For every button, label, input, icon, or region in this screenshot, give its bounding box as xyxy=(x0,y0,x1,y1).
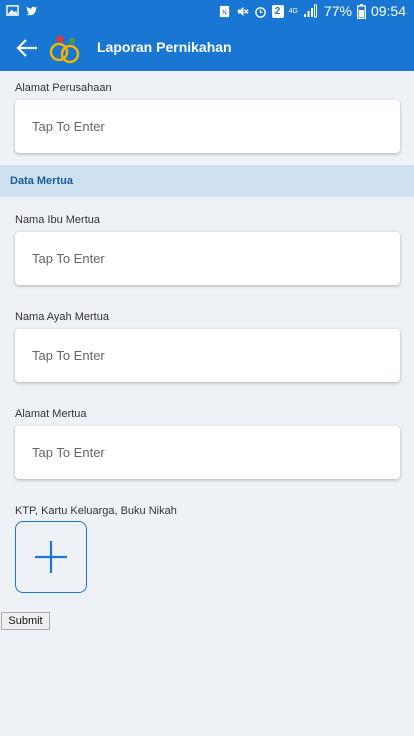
gallery-icon xyxy=(6,5,19,16)
svg-text:N: N xyxy=(222,8,227,16)
in-law-address-field[interactable]: Tap To Enter xyxy=(15,426,400,479)
mute-icon xyxy=(237,6,249,16)
in-law-address-label: Alamat Mertua xyxy=(15,408,87,420)
clock: 09:54 xyxy=(370,3,406,19)
nfc-icon: N xyxy=(219,5,229,17)
mother-in-law-label: Nama Ibu Mertua xyxy=(15,214,100,226)
network-type: 4G xyxy=(288,7,298,15)
status-bar: N 2 4G 77% 09:54 xyxy=(0,0,414,25)
signal-icon xyxy=(303,4,317,18)
twitter-icon xyxy=(25,6,38,16)
alarm-icon xyxy=(254,6,266,18)
wedding-rings-icon xyxy=(49,35,80,64)
add-document-button[interactable] xyxy=(15,521,87,593)
section-header: Data Mertua xyxy=(0,165,414,197)
sim-slot-badge: 2 xyxy=(271,4,284,18)
documents-label: KTP, Kartu Keluarga, Buku Nikah xyxy=(15,505,177,517)
father-in-law-label: Nama Ayah Mertua xyxy=(15,311,109,323)
app-bar: Laporan Pernikahan xyxy=(0,25,414,71)
in-law-address-placeholder: Tap To Enter xyxy=(32,445,105,460)
mother-in-law-placeholder: Tap To Enter xyxy=(32,251,105,266)
mother-in-law-field[interactable]: Tap To Enter xyxy=(15,232,400,285)
company-address-label: Alamat Perusahaan xyxy=(15,82,112,94)
battery-icon xyxy=(357,3,366,19)
company-address-field[interactable]: Tap To Enter xyxy=(15,100,400,153)
back-arrow-icon[interactable] xyxy=(14,36,40,60)
submit-button[interactable]: Submit xyxy=(1,612,50,630)
section-title: Data Mertua xyxy=(10,175,73,187)
company-address-placeholder: Tap To Enter xyxy=(32,119,105,134)
plus-icon xyxy=(35,541,67,573)
father-in-law-field[interactable]: Tap To Enter xyxy=(15,329,400,382)
battery-percent: 77% xyxy=(323,3,352,19)
father-in-law-placeholder: Tap To Enter xyxy=(32,348,105,363)
page-title: Laporan Pernikahan xyxy=(97,39,232,55)
